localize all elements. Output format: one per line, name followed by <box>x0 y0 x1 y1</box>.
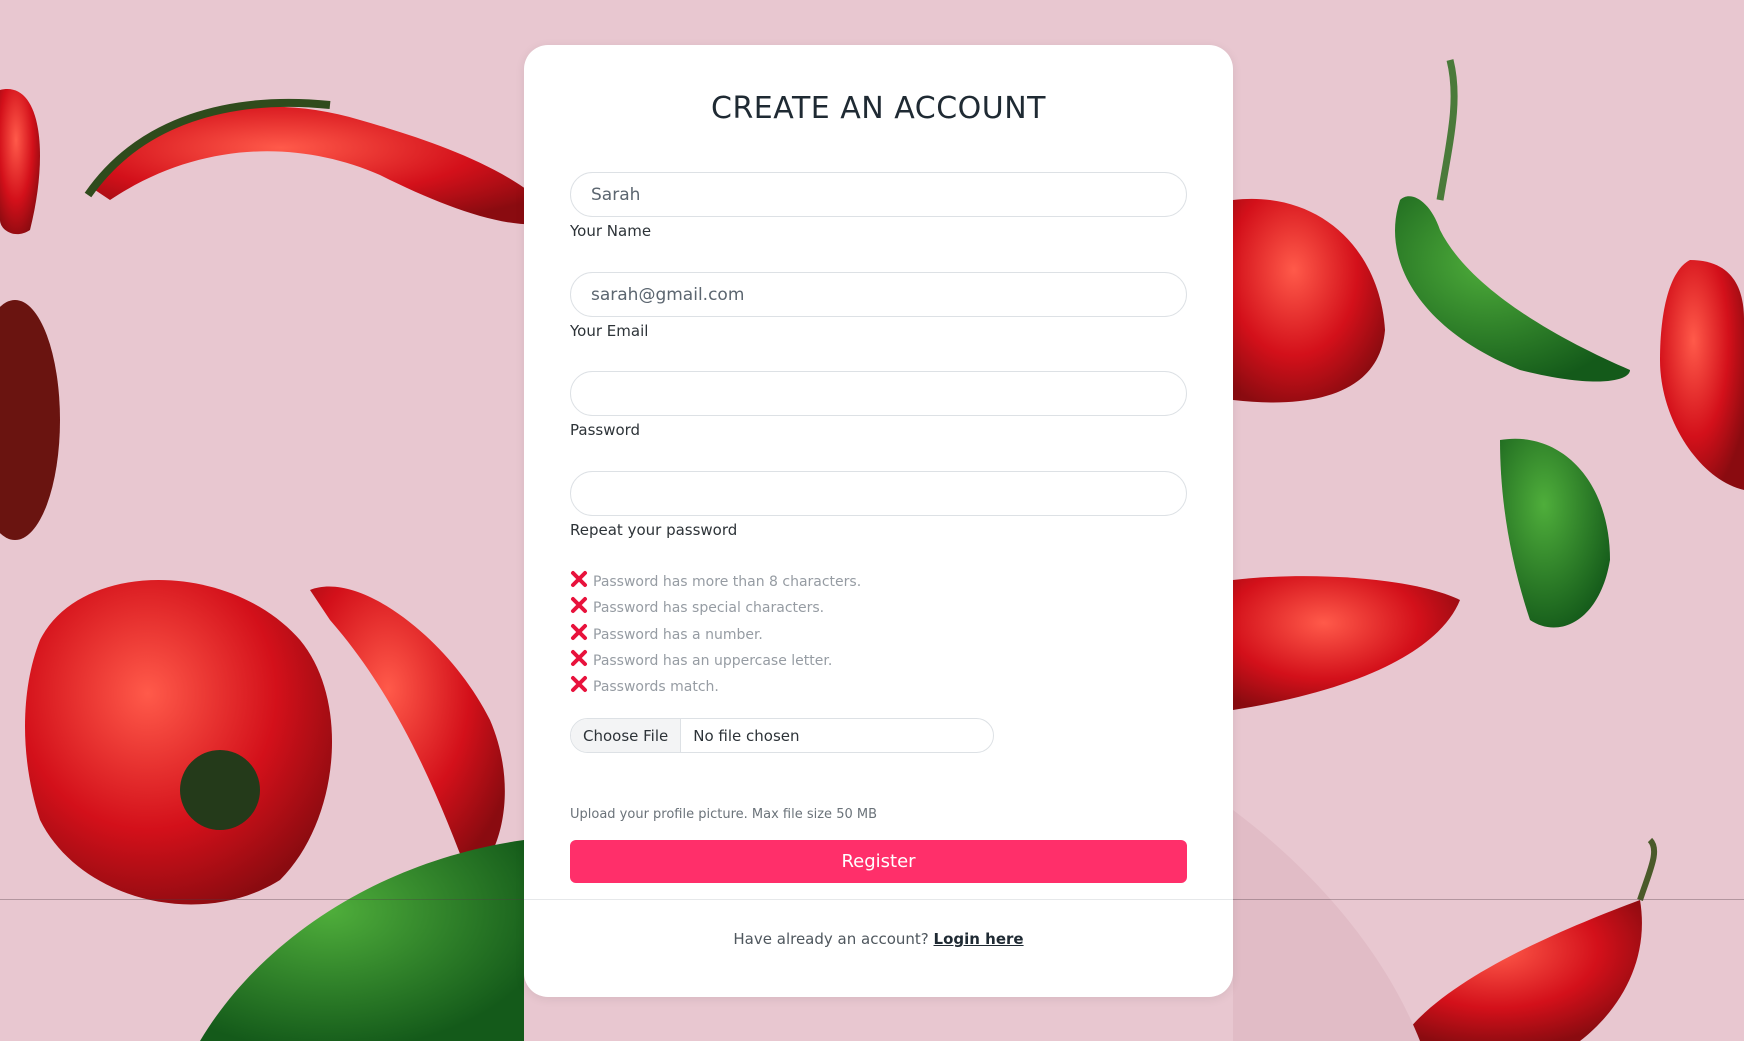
file-hint: Upload your profile picture. Max file si… <box>570 807 877 822</box>
login-prompt: Have already an account? Login here <box>524 930 1233 948</box>
name-label: Your Name <box>570 222 652 240</box>
register-button[interactable]: Register <box>570 840 1187 883</box>
card-divider <box>524 899 1233 900</box>
password-label: Password <box>570 421 641 439</box>
cross-icon <box>571 623 587 640</box>
cross-icon <box>571 650 587 667</box>
name-input[interactable] <box>570 172 1187 217</box>
password-rule: Password has an uppercase letter. <box>570 648 861 674</box>
cross-icon <box>571 571 587 588</box>
password-rule: Password has a number. <box>570 622 861 648</box>
password-rule-text: Password has an uppercase letter. <box>593 653 833 670</box>
repeat-password-label: Repeat your password <box>570 521 738 539</box>
password-rules-list: Password has more than 8 characters. Pas… <box>570 569 861 700</box>
file-status-text: No file chosen <box>693 726 800 745</box>
repeat-password-input[interactable] <box>570 471 1187 516</box>
password-rule-text: Password has a number. <box>593 626 763 643</box>
password-rule-text: Passwords match. <box>593 679 719 696</box>
password-rule: Password has more than 8 characters. <box>570 569 861 595</box>
login-link[interactable]: Login here <box>934 930 1024 948</box>
password-rule-text: Password has more than 8 characters. <box>593 574 862 591</box>
choose-file-button[interactable]: Choose File <box>571 719 682 752</box>
register-card: CREATE AN ACCOUNT Your Name Your Email P… <box>524 45 1233 997</box>
email-label: Your Email <box>570 322 649 340</box>
page-title: CREATE AN ACCOUNT <box>711 91 1046 126</box>
cross-icon <box>571 597 587 614</box>
password-input[interactable] <box>570 371 1187 416</box>
profile-picture-input[interactable]: Choose File No file chosen <box>570 718 994 753</box>
password-rule-text: Password has special characters. <box>593 600 825 617</box>
password-rule: Password has special characters. <box>570 595 861 621</box>
email-input[interactable] <box>570 272 1187 317</box>
login-prompt-text: Have already an account? <box>733 930 929 948</box>
password-rule: Passwords match. <box>570 674 861 700</box>
cross-icon <box>571 676 587 693</box>
